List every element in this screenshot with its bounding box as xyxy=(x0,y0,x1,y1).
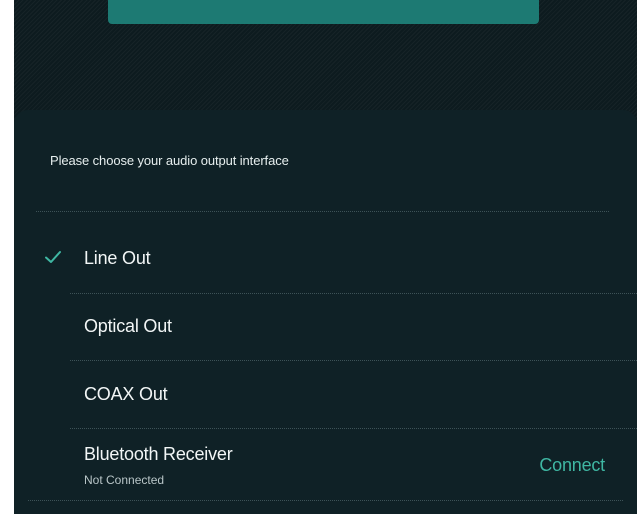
option-bluetooth-receiver[interactable]: Bluetooth Receiver Not Connected Connect xyxy=(14,432,637,500)
option-label: Bluetooth Receiver xyxy=(84,444,233,464)
option-label: Line Out xyxy=(84,248,151,268)
option-optical-out[interactable]: Optical Out xyxy=(14,296,637,360)
divider xyxy=(70,428,637,429)
divider xyxy=(70,360,637,361)
app-screen: Please choose your audio output interfac… xyxy=(14,0,637,514)
bluetooth-status: Not Connected xyxy=(84,473,165,487)
audio-output-sheet: Please choose your audio output interfac… xyxy=(14,110,637,514)
option-line-out[interactable]: Line Out xyxy=(14,228,637,292)
sheet-prompt: Please choose your audio output interfac… xyxy=(50,153,289,168)
check-icon xyxy=(45,251,61,263)
divider xyxy=(36,211,609,212)
option-label: COAX Out xyxy=(84,384,168,404)
divider xyxy=(28,500,623,501)
option-label: Optical Out xyxy=(84,316,172,336)
option-coax-out[interactable]: COAX Out xyxy=(14,364,637,428)
divider xyxy=(70,293,637,294)
connect-button[interactable]: Connect xyxy=(539,455,605,476)
top-action-button[interactable] xyxy=(108,0,539,24)
